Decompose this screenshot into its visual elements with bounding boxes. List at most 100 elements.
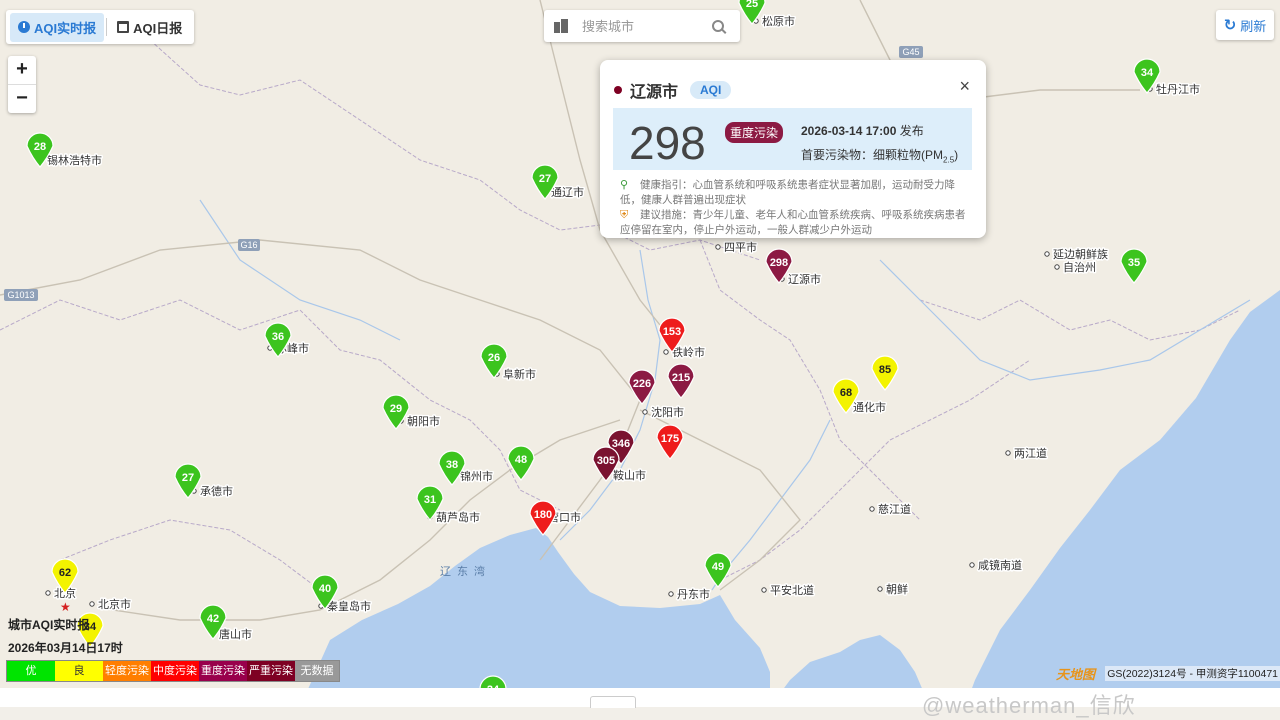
level-dot	[614, 86, 622, 94]
marker-aqi-value: 305	[597, 455, 615, 467]
city-label: 承德市	[200, 484, 233, 498]
legend-time: 2026年03月14日17时	[8, 641, 123, 655]
tab-aqi-realtime[interactable]: AQI实时报	[10, 12, 105, 42]
zoom-in-button[interactable]: +	[8, 56, 36, 84]
building-icon	[554, 19, 568, 33]
marker-aqi-value: 85	[879, 364, 891, 376]
marker-aqi-value: 226	[633, 378, 651, 390]
marker-aqi-value: 346	[612, 438, 630, 450]
aqi-level-legend: 优 良 轻度污染 中度污染 重度污染 严重污染 无数据	[6, 660, 340, 682]
popup-city-name: 辽源市	[630, 84, 679, 101]
popup-aqi-summary: 298 重度污染 2026-03-14 17:00 发布 首要污染物：细颗粒物(…	[613, 108, 972, 170]
marker-aqi-value: 27	[182, 472, 194, 484]
watermark: @weatherman_信欣	[922, 693, 1136, 718]
city-label: 两江道	[1014, 446, 1047, 460]
legend-item-nodata: 无数据	[295, 661, 339, 681]
svg-text:G16: G16	[240, 240, 257, 250]
popup-aqi-value: 298	[629, 117, 706, 169]
marker-aqi-value: 36	[272, 331, 284, 343]
svg-text:G45: G45	[902, 47, 919, 57]
marker-aqi-value: 68	[840, 387, 852, 399]
city-label: 自治州	[1063, 260, 1096, 274]
marker-aqi-value: 215	[672, 372, 690, 384]
city-dot	[45, 590, 51, 596]
city-label: 铁岭市	[672, 345, 705, 359]
legend-item-heavy: 重度污染	[199, 661, 247, 681]
marker-aqi-value: 48	[515, 454, 527, 466]
tab-divider	[106, 18, 108, 36]
map-copyright: GS(2022)3124号 - 甲测资字1100471	[1105, 666, 1280, 681]
city-aqi-popup: 辽源市 AQI × 298 重度污染 2026-03-14 17:00 发布 首…	[600, 60, 986, 238]
city-label: 通辽市	[551, 185, 584, 199]
city-dot	[1005, 450, 1011, 456]
city-label: 秦皇岛市	[327, 599, 371, 613]
marker-aqi-value: 35	[1128, 257, 1140, 269]
tianditu-logo: 天地图	[1056, 667, 1096, 682]
popup-aqi-tag: AQI	[690, 81, 732, 99]
city-dot	[715, 244, 721, 250]
pollutant-value: 细颗粒物(PM	[873, 148, 944, 162]
city-label: 牡丹江市	[1156, 82, 1200, 96]
pollutant-sub: 2.5	[943, 155, 955, 165]
city-label: 通化市	[853, 400, 886, 414]
city-dot	[877, 586, 883, 592]
health-label: 健康指引：	[640, 179, 693, 191]
sea-label: 辽东湾	[440, 564, 491, 578]
city-label: 松原市	[762, 14, 795, 28]
city-label: 朝鲜	[886, 582, 908, 596]
marker-aqi-value: 49	[712, 561, 724, 573]
tab-aqi-daily[interactable]: AQI日报	[109, 13, 190, 42]
marker-aqi-value: 62	[59, 567, 71, 579]
city-dot	[642, 409, 648, 415]
marker-aqi-value: 26	[488, 352, 500, 364]
city-label: 沈阳市	[651, 405, 684, 419]
popup-close-button[interactable]: ×	[959, 76, 970, 97]
refresh-button[interactable]: ↻ 刷新	[1216, 10, 1274, 40]
legend-title: 城市AQI实时报	[8, 618, 90, 632]
popup-publish-time: 2026-03-14 17:00 发布	[801, 122, 924, 139]
marker-aqi-value: 25	[746, 0, 758, 10]
city-label: 丹东市	[677, 587, 710, 601]
clock-icon	[18, 21, 30, 33]
marker-aqi-value: 34	[1141, 67, 1154, 79]
city-label: 葫芦岛市	[436, 510, 480, 524]
city-dot	[663, 349, 669, 355]
popup-advice: ⛨ 建议措施：青少年儿童、老年人和心血管系统疾病、呼吸系统疾病患者应停留在室内，停…	[620, 208, 970, 238]
city-dot	[1054, 264, 1060, 270]
marker-aqi-value: 175	[661, 433, 679, 445]
city-dot	[969, 562, 975, 568]
legend-item-excellent: 优	[7, 661, 55, 681]
marker-aqi-value: 29	[390, 403, 402, 415]
tab-aqi-daily-label: AQI日报	[133, 20, 183, 36]
city-label: 平安北道	[770, 583, 814, 597]
city-dot	[668, 591, 674, 597]
zoom-out-button[interactable]: −	[8, 84, 36, 113]
city-label: 锦州市	[460, 469, 493, 483]
city-label: 鞍山市	[613, 468, 646, 482]
city-label: 阜新市	[503, 367, 536, 381]
shield-icon: ⛨	[620, 209, 629, 221]
popup-primary-pollutant: 首要污染物：细颗粒物(PM2.5)	[801, 146, 958, 164]
city-label: 唐山市	[219, 627, 252, 641]
city-label: 延边朝鲜族	[1053, 247, 1108, 261]
aqi-tab-bar: AQI实时报 AQI日报	[6, 10, 195, 44]
pollutant-close: )	[954, 148, 959, 162]
marker-aqi-value: 28	[34, 141, 46, 153]
popup-level-badge: 重度污染	[725, 122, 784, 143]
city-search-box	[544, 10, 740, 42]
city-label: 四平市	[724, 240, 757, 254]
panel-handle[interactable]	[590, 696, 636, 708]
refresh-label: 刷新	[1240, 18, 1267, 34]
legend-item-severe: 严重污染	[247, 661, 295, 681]
city-search-input[interactable]	[580, 17, 704, 35]
city-label: 朝阳市	[407, 414, 440, 428]
search-icon[interactable]	[712, 20, 724, 32]
legend-item-good: 良	[55, 661, 103, 681]
refresh-icon: ↻	[1223, 17, 1237, 34]
capital-star-icon: ★	[60, 600, 71, 614]
legend-item-light: 轻度污染	[103, 661, 151, 681]
tab-aqi-realtime-label: AQI实时报	[34, 20, 97, 36]
advice-label: 建议措施：	[640, 209, 693, 221]
city-label: 咸镜南道	[978, 558, 1022, 572]
marker-aqi-value: 42	[207, 613, 219, 625]
